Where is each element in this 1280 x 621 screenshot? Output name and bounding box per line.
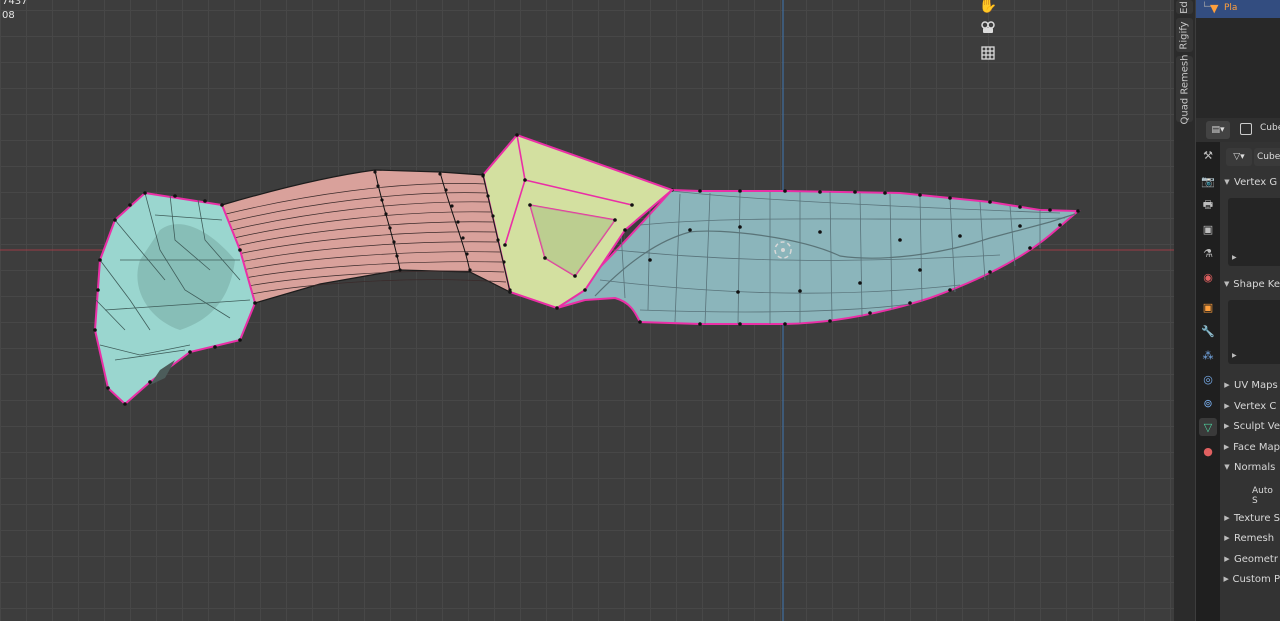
mesh-scene[interactable] [0,0,1180,621]
particles-icon[interactable]: ⁂ [1199,346,1217,364]
shape-keys-list[interactable]: ▶ [1228,300,1280,364]
view-layer-icon[interactable]: ▣ [1199,220,1217,238]
tool-icon[interactable]: ⚒ [1199,146,1217,164]
hand-icon[interactable]: ✋ [977,0,999,16]
panel-geometry-data[interactable]: ▶ Geometr [1220,549,1280,569]
expand-icon: ▶ [1232,254,1237,261]
chevron-down-icon: ▼ [1224,178,1230,186]
chevron-right-icon: ▶ [1224,381,1230,389]
grid-icon[interactable] [977,42,999,64]
chevron-right-icon: ▶ [1223,575,1229,583]
vertex-groups-list[interactable]: ▶ [1228,198,1280,266]
outliner[interactable]: └─ ▼ Pla [1196,0,1280,118]
tab-quad-remesh[interactable]: Quad Remesh [1176,54,1193,124]
panel-sculpt-vertex-colors[interactable]: ▶ Sculpt Ve [1220,416,1280,436]
chevron-right-icon: ▶ [1224,402,1230,410]
panel-normals[interactable]: ▼ Normals [1220,457,1280,477]
physics-icon[interactable]: ◎ [1199,370,1217,388]
outliner-row-selected[interactable]: └─ ▼ Pla [1196,0,1280,18]
properties-editor[interactable]: ▤▾ Cube ⚒ 📷 🖶 ▣ ⚗ ◉ ▣ 🔧 ⁂ ◎ ⊚ ▽ ● ▽▾ Cub… [1196,118,1280,621]
render-icon[interactable]: 📷 [1199,172,1217,190]
knife-handle[interactable] [220,169,512,305]
object-props-icon[interactable]: ▣ [1199,298,1217,316]
material-icon[interactable]: ● [1199,442,1217,460]
editor-type-button[interactable]: ▤▾ [1206,121,1230,139]
properties-content: ▽▾ Cube ▼ Vertex G ▶ ▼ Shape Ke ▶ ▶ UV Maps… [1220,142,1280,621]
outliner-row-label: Pla [1224,3,1238,13]
panel-texture-space[interactable]: ▶ Texture S [1220,508,1280,528]
properties-header: ▤▾ Cube [1196,118,1280,143]
chevron-right-icon: ▶ [1223,443,1230,451]
output-icon[interactable]: 🖶 [1199,196,1217,214]
constraints-icon[interactable]: ⊚ [1199,394,1217,412]
tab-edit[interactable]: Ed [1176,0,1193,14]
panel-uv-maps[interactable]: ▶ UV Maps [1220,375,1280,395]
expand-icon: ▶ [1232,352,1237,359]
data-icon[interactable]: ▽ [1199,418,1217,436]
mesh-data-name[interactable]: Cube [1254,148,1280,166]
auto-smooth-label[interactable]: Auto S [1252,486,1280,506]
panel-remesh[interactable]: ▶ Remesh [1220,528,1280,548]
object-name: Cube [1260,123,1280,133]
object-icon [1240,123,1252,135]
panel-face-maps[interactable]: ▶ Face Map [1220,437,1280,457]
chevron-right-icon: ▶ [1223,422,1230,430]
chevron-down-icon: ▼ [1223,280,1230,288]
camera-icon[interactable] [977,16,999,38]
chevron-right-icon: ▶ [1224,534,1230,542]
3d-viewport[interactable]: 7437 08 ✋ [0,0,1180,621]
mesh-icon: ▼ [1210,2,1219,15]
sidebar-tabs: Ed Rigify Quad Remesh [1174,0,1195,621]
modifier-icon[interactable]: 🔧 [1199,322,1217,340]
panel-vertex-colors[interactable]: ▶ Vertex C [1220,396,1280,416]
world-icon[interactable]: ◉ [1199,268,1217,286]
chevron-down-icon: ▼ [1224,463,1230,471]
panel-shape-keys[interactable]: ▼ Shape Ke [1220,274,1280,294]
panel-vertex-groups[interactable]: ▼ Vertex G [1220,172,1280,192]
properties-tabs: ⚒ 📷 🖶 ▣ ⚗ ◉ ▣ 🔧 ⁂ ◎ ⊚ ▽ ● [1196,142,1220,621]
chevron-right-icon: ▶ [1224,555,1230,563]
panel-custom-properties[interactable]: ▶ Custom P [1220,569,1280,589]
scene-icon[interactable]: ⚗ [1199,244,1217,262]
chevron-right-icon: ▶ [1224,514,1230,522]
mesh-data-selector[interactable]: ▽▾ [1226,148,1252,166]
tab-rigify[interactable]: Rigify [1176,18,1193,52]
